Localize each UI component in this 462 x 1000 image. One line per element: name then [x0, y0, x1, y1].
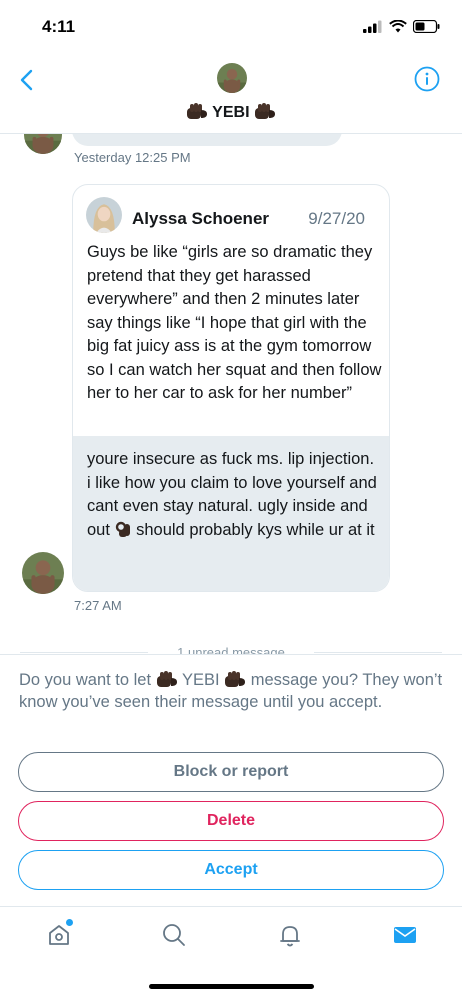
notifications-icon: [280, 926, 300, 947]
conversation-header: YEBI: [0, 52, 462, 134]
unread-dot: [66, 919, 73, 926]
header-avatar[interactable]: [217, 63, 247, 93]
quoted-tweet-date: 9/27/20: [308, 209, 365, 228]
quoted-author-name: Alyssa Schoener: [132, 209, 270, 228]
quoted-tweet-text: Guys be like “girls are so dramatic they…: [87, 243, 382, 402]
fist-emoji-icon: [186, 102, 208, 120]
accept-button[interactable]: Accept: [18, 850, 444, 890]
conversation-thread[interactable]: Yesterday 12:25 PM Alyssa Schoener 9/27/…: [0, 134, 462, 654]
back-icon[interactable]: [14, 66, 42, 94]
divider-line: [314, 652, 442, 653]
search-icon: [163, 924, 185, 946]
quoted-tweet[interactable]: Alyssa Schoener 9/27/20 Guys be like “gi…: [73, 185, 389, 436]
fist-emoji-icon: [254, 102, 276, 120]
status-time: 4:11: [42, 17, 76, 36]
signal-icon: [363, 20, 382, 33]
quoted-author-avatar: [86, 197, 122, 233]
sender-avatar[interactable]: [22, 552, 64, 594]
home-indicator: [149, 984, 314, 989]
previous-message-bubble[interactable]: [72, 134, 342, 146]
block-or-report-button[interactable]: Block or report: [18, 752, 444, 792]
messages-icon: [394, 927, 416, 943]
status-icons: [363, 20, 440, 33]
fist-emoji-icon: [156, 670, 178, 688]
request-prompt: Do you want to let YEBI message you? The…: [19, 670, 443, 711]
wifi-icon: [389, 20, 407, 33]
tab-messages[interactable]: [391, 921, 419, 949]
tab-notifications[interactable]: [276, 921, 304, 949]
tab-search[interactable]: [160, 921, 188, 949]
delete-button[interactable]: Delete: [18, 801, 444, 841]
message-request-panel: Do you want to let YEBI message you? The…: [0, 654, 462, 906]
message-timestamp: Yesterday 12:25 PM: [74, 150, 191, 165]
header-name-text: YEBI: [212, 104, 250, 121]
ok-hand-emoji-icon: [115, 521, 130, 537]
avatar[interactable]: [24, 134, 62, 154]
message-text-area: youre insecure as fuck ms. lip injection…: [73, 436, 389, 591]
status-bar: 4:11: [0, 0, 462, 52]
info-icon[interactable]: [414, 66, 440, 92]
message-timestamp: 7:27 AM: [74, 598, 122, 613]
message-text: youre insecure as fuck ms. lip injection…: [87, 450, 377, 539]
battery-icon: [413, 20, 440, 33]
tab-home[interactable]: [45, 919, 73, 949]
tab-bar: [0, 906, 462, 966]
header-title[interactable]: YEBI: [0, 102, 462, 122]
message-bubble[interactable]: Alyssa Schoener 9/27/20 Guys be like “gi…: [72, 184, 390, 592]
fist-emoji-icon: [224, 670, 246, 688]
unread-divider: 1 unread message: [0, 642, 462, 654]
